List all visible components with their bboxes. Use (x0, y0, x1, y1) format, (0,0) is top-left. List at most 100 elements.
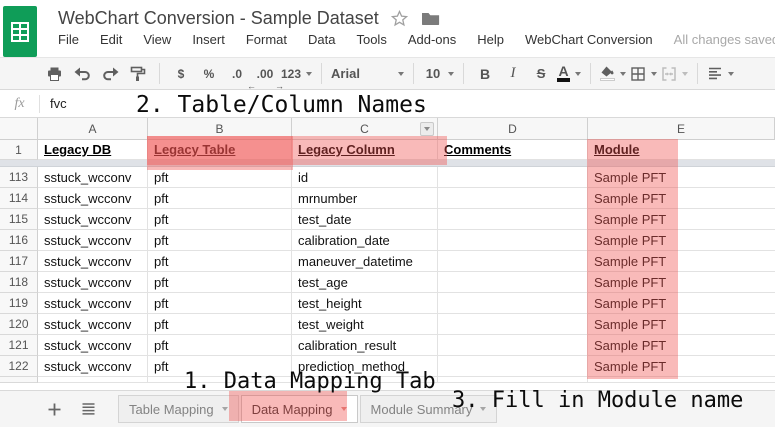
cell[interactable]: sstuck_wcconv (38, 167, 148, 188)
text-color-button[interactable]: A (557, 62, 581, 86)
add-sheet-button[interactable] (42, 397, 66, 421)
menu-data[interactable]: Data (308, 32, 335, 47)
paint-format-button[interactable] (126, 62, 150, 86)
menu-insert[interactable]: Insert (192, 32, 225, 47)
strikethrough-button[interactable]: S (529, 62, 553, 86)
cell[interactable]: pft (148, 188, 292, 209)
cell[interactable]: pft (148, 293, 292, 314)
menu-view[interactable]: View (143, 32, 171, 47)
cell[interactable] (438, 251, 588, 272)
row-number[interactable]: 117 (0, 251, 38, 272)
cell[interactable] (438, 209, 588, 230)
cell[interactable]: Sample PFT (588, 293, 775, 314)
row-number[interactable]: 121 (0, 335, 38, 356)
cell[interactable]: pft (148, 272, 292, 293)
column-header-a[interactable]: A (38, 118, 148, 140)
cell[interactable]: calibration_result (292, 335, 438, 356)
cell[interactable] (438, 293, 588, 314)
cell[interactable] (438, 356, 588, 377)
cell[interactable]: maneuver_datetime (292, 251, 438, 272)
cell[interactable]: Sample PFT (588, 188, 775, 209)
column-header-c[interactable]: C (292, 118, 438, 140)
italic-button[interactable]: I (501, 62, 525, 86)
cell[interactable]: pft (148, 335, 292, 356)
cell[interactable]: Sample PFT (588, 251, 775, 272)
menu-file[interactable]: File (58, 32, 79, 47)
row-number[interactable]: 119 (0, 293, 38, 314)
cell[interactable]: sstuck_wcconv (38, 314, 148, 335)
more-formats-button[interactable]: 123 (281, 62, 312, 86)
format-currency-button[interactable]: $ (169, 62, 193, 86)
cell[interactable]: Sample PFT (588, 314, 775, 335)
menu-help[interactable]: Help (477, 32, 504, 47)
cell[interactable] (438, 314, 588, 335)
row-number[interactable] (0, 377, 38, 383)
row-number[interactable]: 122 (0, 356, 38, 377)
horizontal-align-button[interactable] (707, 62, 734, 86)
cell[interactable]: calibration_date (292, 230, 438, 251)
cell[interactable]: sstuck_wcconv (38, 230, 148, 251)
star-icon[interactable] (391, 10, 408, 27)
sheet-tab-table-mapping[interactable]: Table Mapping (118, 395, 239, 423)
cell[interactable]: test_weight (292, 314, 438, 335)
cell[interactable]: sstuck_wcconv (38, 335, 148, 356)
cell[interactable] (588, 377, 775, 383)
cell[interactable]: sstuck_wcconv (38, 356, 148, 377)
cell[interactable]: pft (148, 230, 292, 251)
increase-decimals-button[interactable]: .00→ (253, 62, 277, 86)
font-family-select[interactable]: Arial (331, 62, 404, 86)
print-button[interactable] (42, 62, 66, 86)
cell[interactable]: pft (148, 251, 292, 272)
format-percent-button[interactable]: % (197, 62, 221, 86)
row-number[interactable]: 116 (0, 230, 38, 251)
cell[interactable]: pft (148, 209, 292, 230)
cell[interactable] (438, 167, 588, 188)
row-number[interactable]: 114 (0, 188, 38, 209)
font-size-select[interactable]: 10 (423, 62, 454, 86)
cell[interactable]: sstuck_wcconv (38, 293, 148, 314)
cell[interactable] (438, 188, 588, 209)
sheets-logo-icon[interactable] (3, 6, 37, 57)
cell[interactable]: test_height (292, 293, 438, 314)
all-sheets-button[interactable] (76, 397, 100, 421)
cell[interactable]: pft (148, 167, 292, 188)
cell[interactable]: Sample PFT (588, 167, 775, 188)
cell[interactable]: sstuck_wcconv (38, 188, 148, 209)
column-header-d[interactable]: D (438, 118, 588, 140)
document-title[interactable]: WebChart Conversion - Sample Dataset (58, 8, 379, 29)
cell[interactable]: test_age (292, 272, 438, 293)
column-header-b[interactable]: B (148, 118, 292, 140)
row-number[interactable]: 115 (0, 209, 38, 230)
cell[interactable] (438, 272, 588, 293)
cell[interactable]: sstuck_wcconv (38, 272, 148, 293)
cell-e1[interactable]: Module (588, 140, 775, 160)
cell[interactable]: Sample PFT (588, 272, 775, 293)
cell[interactable]: Sample PFT (588, 209, 775, 230)
row-number[interactable]: 113 (0, 167, 38, 188)
cell[interactable]: test_date (292, 209, 438, 230)
redo-button[interactable] (98, 62, 122, 86)
borders-button[interactable] (630, 62, 657, 86)
cell[interactable]: Sample PFT (588, 356, 775, 377)
menu-tools[interactable]: Tools (356, 32, 386, 47)
cell[interactable]: sstuck_wcconv (38, 209, 148, 230)
formula-input[interactable]: fvc (40, 96, 67, 111)
menu-edit[interactable]: Edit (100, 32, 122, 47)
cell[interactable]: mrnumber (292, 188, 438, 209)
cell[interactable] (438, 230, 588, 251)
cell-a1[interactable]: Legacy DB (38, 140, 148, 160)
menu-format[interactable]: Format (246, 32, 287, 47)
cell[interactable] (438, 335, 588, 356)
decrease-decimals-button[interactable]: .0← (225, 62, 249, 86)
cell-d1[interactable]: Comments (438, 140, 588, 160)
cell[interactable]: sstuck_wcconv (38, 251, 148, 272)
move-to-folder-icon[interactable] (421, 11, 440, 26)
cell-c1[interactable]: Legacy Column (292, 140, 438, 160)
column-filter-button[interactable] (420, 122, 434, 136)
menu-addons[interactable]: Add-ons (408, 32, 456, 47)
cell[interactable]: pft (148, 314, 292, 335)
cell[interactable] (38, 377, 148, 383)
menu-webchart-conversion[interactable]: WebChart Conversion (525, 32, 653, 47)
undo-button[interactable] (70, 62, 94, 86)
row-number[interactable]: 118 (0, 272, 38, 293)
